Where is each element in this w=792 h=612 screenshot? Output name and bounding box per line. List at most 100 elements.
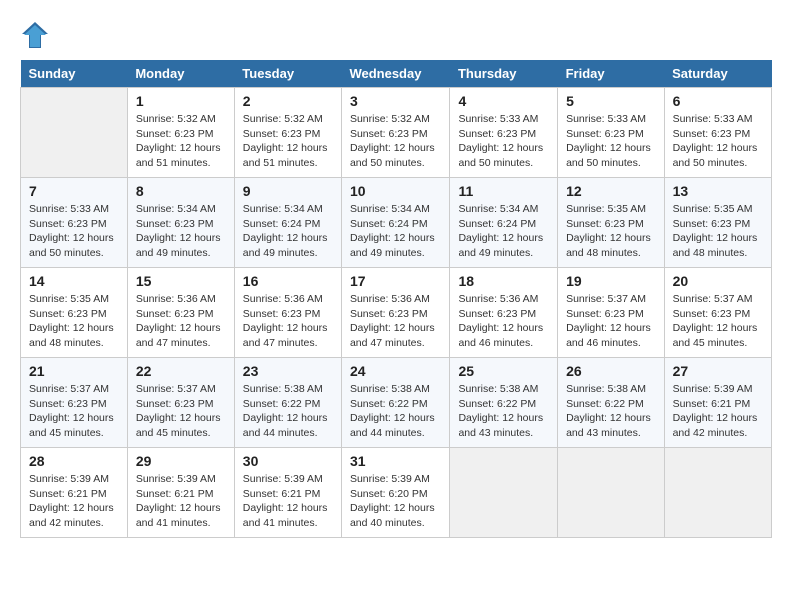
day-number: 2: [243, 93, 333, 109]
calendar-table: Sunday Monday Tuesday Wednesday Thursday…: [20, 60, 772, 538]
day-number: 14: [29, 273, 119, 289]
day-info: Sunrise: 5:38 AM Sunset: 6:22 PM Dayligh…: [566, 382, 655, 441]
day-info: Sunrise: 5:32 AM Sunset: 6:23 PM Dayligh…: [350, 112, 442, 171]
calendar-cell: 23Sunrise: 5:38 AM Sunset: 6:22 PM Dayli…: [234, 358, 341, 448]
calendar-cell: 13Sunrise: 5:35 AM Sunset: 6:23 PM Dayli…: [664, 178, 771, 268]
col-monday: Monday: [127, 60, 234, 88]
day-info: Sunrise: 5:34 AM Sunset: 6:23 PM Dayligh…: [136, 202, 226, 261]
day-number: 4: [458, 93, 549, 109]
day-number: 15: [136, 273, 226, 289]
calendar-cell: [664, 448, 771, 538]
day-info: Sunrise: 5:37 AM Sunset: 6:23 PM Dayligh…: [566, 292, 655, 351]
calendar-cell: 19 Sunrise: 5:37 AM Sunset: 6:23 PM Dayli…: [558, 268, 664, 358]
day-info: Sunrise: 5:34 AM Sunset: 6:24 PM Dayligh…: [243, 202, 333, 261]
day-number: 12: [566, 183, 655, 199]
day-number: 10: [350, 183, 442, 199]
calendar-cell: 14 Sunrise: 5:35 AM Sunset: 6:23 PM Dayli…: [21, 268, 128, 358]
day-info: Sunrise: 5:39 AM Sunset: 6:21 PM Dayligh…: [243, 472, 333, 531]
week-row-2: 7 Sunrise: 5:33 AM Sunset: 6:23 PM Daylig…: [21, 178, 772, 268]
day-info: Sunrise: 5:33 AM Sunset: 6:23 PM Dayligh…: [29, 202, 119, 261]
calendar-cell: 4 Sunrise: 5:33 AM Sunset: 6:23 PM Daylig…: [450, 88, 558, 178]
day-info: Sunrise: 5:32 AM Sunset: 6:23 PM Dayligh…: [243, 112, 333, 171]
calendar-cell: 27 Sunrise: 5:39 AM Sunset: 6:21 PM Dayli…: [664, 358, 771, 448]
day-info: Sunrise: 5:34 AM Sunset: 6:24 PM Dayligh…: [458, 202, 549, 261]
week-row-5: 28 Sunrise: 5:39 AM Sunset: 6:21 PM Dayli…: [21, 448, 772, 538]
day-number: 28: [29, 453, 119, 469]
day-number: 16: [243, 273, 333, 289]
day-info: Sunrise: 5:36 AM Sunset: 6:23 PM Dayligh…: [458, 292, 549, 351]
calendar-cell: [450, 448, 558, 538]
day-info: Sunrise: 5:34 AM Sunset: 6:24 PM Dayligh…: [350, 202, 442, 261]
calendar-cell: 1Sunrise: 5:32 AM Sunset: 6:23 PM Daylig…: [127, 88, 234, 178]
calendar-cell: 18 Sunrise: 5:36 AM Sunset: 6:23 PM Dayli…: [450, 268, 558, 358]
day-info: Sunrise: 5:38 AM Sunset: 6:22 PM Dayligh…: [458, 382, 549, 441]
day-info: Sunrise: 5:38 AM Sunset: 6:22 PM Dayligh…: [243, 382, 333, 441]
day-number: 9: [243, 183, 333, 199]
page-header: [20, 20, 772, 50]
day-info: Sunrise: 5:33 AM Sunset: 6:23 PM Dayligh…: [458, 112, 549, 171]
calendar-cell: 3 Sunrise: 5:32 AM Sunset: 6:23 PM Daylig…: [341, 88, 450, 178]
day-info: Sunrise: 5:38 AM Sunset: 6:22 PM Dayligh…: [350, 382, 442, 441]
day-number: 18: [458, 273, 549, 289]
day-number: 7: [29, 183, 119, 199]
day-info: Sunrise: 5:39 AM Sunset: 6:21 PM Dayligh…: [136, 472, 226, 531]
col-saturday: Saturday: [664, 60, 771, 88]
calendar-cell: 30 Sunrise: 5:39 AM Sunset: 6:21 PM Dayli…: [234, 448, 341, 538]
day-number: 17: [350, 273, 442, 289]
day-info: Sunrise: 5:39 AM Sunset: 6:21 PM Dayligh…: [29, 472, 119, 531]
calendar-cell: [558, 448, 664, 538]
day-info: Sunrise: 5:37 AM Sunset: 6:23 PM Dayligh…: [29, 382, 119, 441]
day-info: Sunrise: 5:33 AM Sunset: 6:23 PM Dayligh…: [566, 112, 655, 171]
day-info: Sunrise: 5:37 AM Sunset: 6:23 PM Dayligh…: [136, 382, 226, 441]
day-number: 25: [458, 363, 549, 379]
day-info: Sunrise: 5:39 AM Sunset: 6:20 PM Dayligh…: [350, 472, 442, 531]
calendar-cell: 25 Sunrise: 5:38 AM Sunset: 6:22 PM Dayli…: [450, 358, 558, 448]
header-row: Sunday Monday Tuesday Wednesday Thursday…: [21, 60, 772, 88]
week-row-1: 1Sunrise: 5:32 AM Sunset: 6:23 PM Daylig…: [21, 88, 772, 178]
calendar-cell: 11 Sunrise: 5:34 AM Sunset: 6:24 PM Dayli…: [450, 178, 558, 268]
day-number: 13: [673, 183, 763, 199]
calendar-cell: 24 Sunrise: 5:38 AM Sunset: 6:22 PM Dayli…: [341, 358, 450, 448]
day-number: 5: [566, 93, 655, 109]
calendar-cell: 29 Sunrise: 5:39 AM Sunset: 6:21 PM Dayli…: [127, 448, 234, 538]
day-number: 26: [566, 363, 655, 379]
calendar-cell: 10 Sunrise: 5:34 AM Sunset: 6:24 PM Dayli…: [341, 178, 450, 268]
calendar-cell: 6Sunrise: 5:33 AM Sunset: 6:23 PM Daylig…: [664, 88, 771, 178]
calendar-cell: 9 Sunrise: 5:34 AM Sunset: 6:24 PM Daylig…: [234, 178, 341, 268]
day-number: 11: [458, 183, 549, 199]
calendar-cell: 12 Sunrise: 5:35 AM Sunset: 6:23 PM Dayli…: [558, 178, 664, 268]
calendar-cell: 31Sunrise: 5:39 AM Sunset: 6:20 PM Dayli…: [341, 448, 450, 538]
day-number: 30: [243, 453, 333, 469]
day-info: Sunrise: 5:36 AM Sunset: 6:23 PM Dayligh…: [136, 292, 226, 351]
col-friday: Friday: [558, 60, 664, 88]
day-number: 24: [350, 363, 442, 379]
logo-icon: [20, 20, 50, 50]
day-number: 27: [673, 363, 763, 379]
calendar-cell: 16 Sunrise: 5:36 AM Sunset: 6:23 PM Dayli…: [234, 268, 341, 358]
logo: [20, 20, 54, 50]
col-wednesday: Wednesday: [341, 60, 450, 88]
day-number: 6: [673, 93, 763, 109]
day-number: 20: [673, 273, 763, 289]
col-sunday: Sunday: [21, 60, 128, 88]
day-info: Sunrise: 5:37 AM Sunset: 6:23 PM Dayligh…: [673, 292, 763, 351]
calendar-cell: 7 Sunrise: 5:33 AM Sunset: 6:23 PM Daylig…: [21, 178, 128, 268]
col-thursday: Thursday: [450, 60, 558, 88]
calendar-cell: 26 Sunrise: 5:38 AM Sunset: 6:22 PM Dayli…: [558, 358, 664, 448]
day-number: 19: [566, 273, 655, 289]
day-info: Sunrise: 5:36 AM Sunset: 6:23 PM Dayligh…: [350, 292, 442, 351]
day-number: 29: [136, 453, 226, 469]
day-number: 3: [350, 93, 442, 109]
calendar-cell: 21Sunrise: 5:37 AM Sunset: 6:23 PM Dayli…: [21, 358, 128, 448]
calendar-cell: 15 Sunrise: 5:36 AM Sunset: 6:23 PM Dayli…: [127, 268, 234, 358]
calendar-cell: 17 Sunrise: 5:36 AM Sunset: 6:23 PM Dayli…: [341, 268, 450, 358]
day-info: Sunrise: 5:36 AM Sunset: 6:23 PM Dayligh…: [243, 292, 333, 351]
week-row-4: 21Sunrise: 5:37 AM Sunset: 6:23 PM Dayli…: [21, 358, 772, 448]
day-info: Sunrise: 5:39 AM Sunset: 6:21 PM Dayligh…: [673, 382, 763, 441]
calendar-cell: 8Sunrise: 5:34 AM Sunset: 6:23 PM Daylig…: [127, 178, 234, 268]
day-info: Sunrise: 5:35 AM Sunset: 6:23 PM Dayligh…: [566, 202, 655, 261]
calendar-cell: [21, 88, 128, 178]
day-number: 22: [136, 363, 226, 379]
day-info: Sunrise: 5:35 AM Sunset: 6:23 PM Dayligh…: [29, 292, 119, 351]
week-row-3: 14 Sunrise: 5:35 AM Sunset: 6:23 PM Dayli…: [21, 268, 772, 358]
